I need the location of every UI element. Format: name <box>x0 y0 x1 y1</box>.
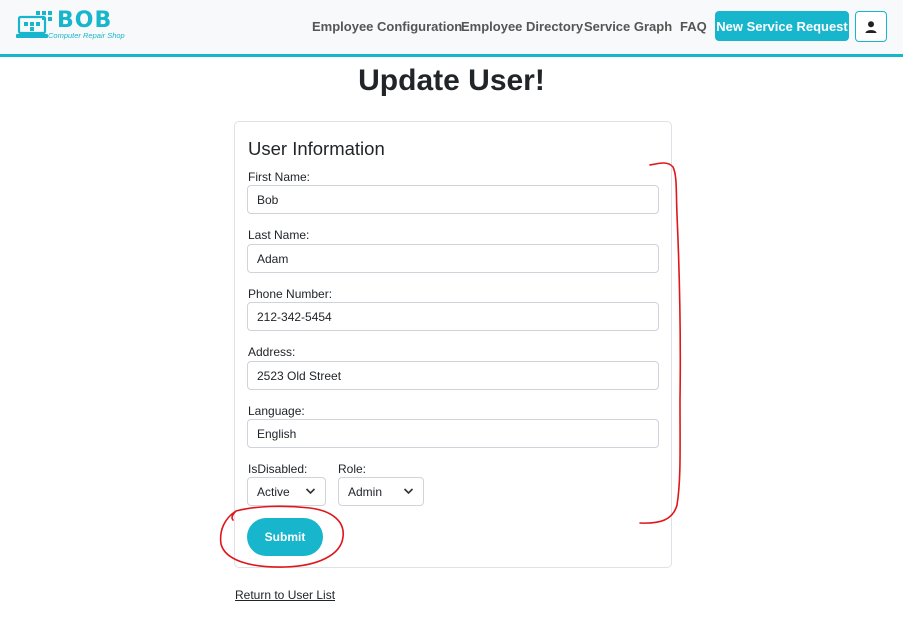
role-value: Admin <box>348 484 383 499</box>
user-information-card: User Information First Name: Bob Last Na… <box>234 121 672 568</box>
card-title: User Information <box>248 138 385 159</box>
return-to-user-list-link[interactable]: Return to User List <box>235 588 335 602</box>
last-name-input[interactable]: Adam <box>247 244 659 273</box>
user-menu-button[interactable] <box>855 11 887 42</box>
user-icon <box>865 20 877 33</box>
is-disabled-select[interactable]: Active <box>247 477 326 506</box>
nav-employee-directory[interactable]: Employee Directory <box>461 19 583 35</box>
nav-service-graph[interactable]: Service Graph <box>584 19 672 35</box>
page-title: Update User! <box>358 64 545 97</box>
phone-number-label: Phone Number: <box>248 287 333 301</box>
address-label: Address: <box>248 345 296 359</box>
language-input[interactable]: English <box>247 419 659 448</box>
chevron-down-icon <box>403 488 414 495</box>
role-select[interactable]: Admin <box>338 477 424 506</box>
chevron-down-icon <box>305 488 316 495</box>
last-name-label: Last Name: <box>248 228 310 242</box>
logo[interactable]: BOB Computer Repair Shop <box>16 9 136 43</box>
first-name-label: First Name: <box>248 170 311 184</box>
navbar: BOB Computer Repair Shop Employee Config… <box>0 0 903 54</box>
first-name-input[interactable]: Bob <box>247 185 659 214</box>
address-input[interactable]: 2523 Old Street <box>247 361 659 390</box>
nav-faq[interactable]: FAQ <box>680 19 707 35</box>
submit-button[interactable]: Submit <box>247 518 323 556</box>
role-label: Role: <box>338 462 367 476</box>
is-disabled-label: IsDisabled: <box>248 462 308 476</box>
is-disabled-value: Active <box>257 484 290 499</box>
language-label: Language: <box>248 404 305 418</box>
nav-employee-configuration[interactable]: Employee Configuration <box>312 19 462 35</box>
new-service-request-button[interactable]: New Service Request <box>715 11 849 41</box>
phone-number-input[interactable]: 212-342-5454 <box>247 302 659 331</box>
logo-title: BOB <box>57 8 113 33</box>
navbar-accent-line <box>0 54 903 57</box>
logo-subtitle: Computer Repair Shop <box>48 31 125 40</box>
